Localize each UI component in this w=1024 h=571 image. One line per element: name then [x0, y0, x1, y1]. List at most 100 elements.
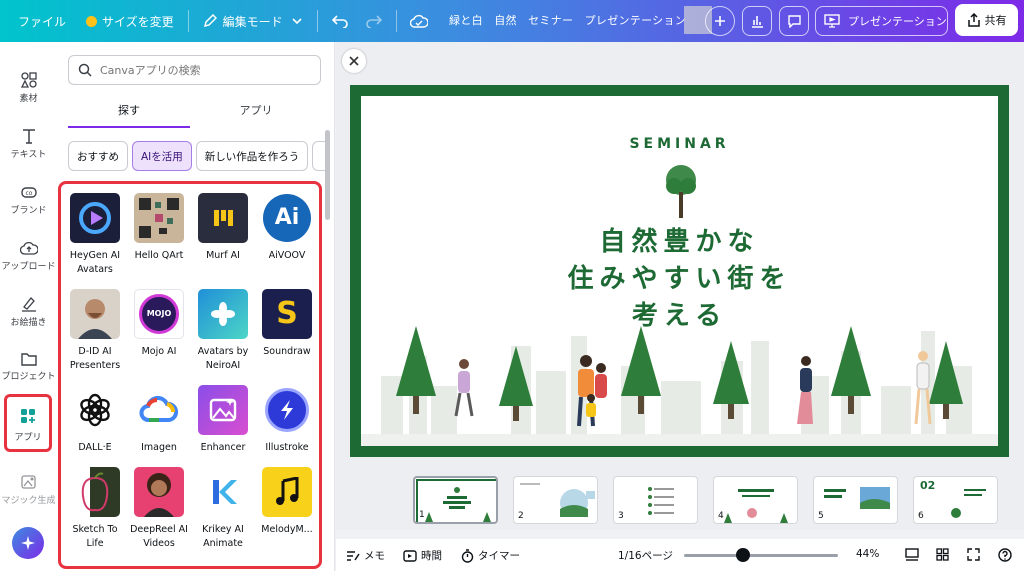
cloud-save-status[interactable] — [405, 7, 433, 35]
presentation-icon — [824, 14, 840, 28]
chip-recommended[interactable]: おすすめ — [68, 141, 128, 171]
panel-scrollbar[interactable] — [325, 130, 330, 220]
share-button[interactable]: 共有 — [955, 4, 1018, 36]
page-thumbnail[interactable]: 1 — [413, 476, 498, 524]
filter-chips: おすすめ AIを活用 新しい作品を作ろう — [68, 141, 327, 171]
qr-code-icon — [134, 193, 184, 243]
app-tile-mojo-ai[interactable]: MOJO Mojo AI — [129, 289, 189, 359]
help-button[interactable] — [998, 548, 1012, 562]
app-tile-d-id[interactable]: D-ID AI Presenters — [65, 289, 125, 373]
zoom-slider-track[interactable] — [684, 554, 838, 557]
app-name: Murf AI — [206, 250, 240, 261]
fullscreen-button[interactable] — [967, 548, 980, 561]
google-cloud-icon — [134, 385, 184, 435]
sparkle-icon — [21, 536, 35, 550]
app-name: Mojo AI — [141, 346, 177, 357]
insights-button[interactable] — [742, 6, 772, 36]
illustroke-icon — [262, 385, 312, 435]
rail-label: マジック生成 — [1, 496, 56, 506]
page-view-button[interactable] — [905, 548, 919, 561]
app-name: Hello QArt — [134, 250, 184, 261]
app-tile-illustroke[interactable]: Illustroke — [257, 385, 317, 455]
chip-ai-powered[interactable]: AIを活用 — [132, 141, 192, 171]
zoom-slider-knob[interactable] — [736, 548, 750, 562]
notes-button[interactable]: メモ — [346, 548, 385, 563]
present-button[interactable]: プレゼンテーション — [815, 6, 948, 36]
file-menu[interactable]: ファイル — [12, 6, 72, 36]
rail-item-elements[interactable]: 素材 — [0, 72, 57, 104]
app-tile-hello-qart[interactable]: Hello QArt — [129, 193, 189, 263]
help-icon — [998, 548, 1012, 562]
document-title[interactable]: 緑と白 自然 セミナー プレゼンテーション — [449, 12, 686, 28]
app-tile-sketch-to-life[interactable]: Sketch To Life — [65, 467, 125, 551]
app-tile-heygen[interactable]: HeyGen AI Avatars — [65, 193, 125, 277]
elements-icon — [20, 72, 37, 88]
grid-view-button[interactable] — [936, 548, 949, 561]
share-icon — [967, 13, 980, 27]
slide-canvas[interactable]: SEMINAR 自然豊かな 住みやすい街を 考える — [350, 85, 1009, 457]
rail-label: お絵描き — [10, 318, 47, 328]
app-tile-aivoov[interactable]: Ai AiVOOV — [257, 193, 317, 263]
thumbnail-preview — [520, 483, 595, 517]
page-thumbnail[interactable]: 5 — [813, 476, 898, 524]
mojo-icon: MOJO — [134, 289, 184, 339]
comments-button[interactable] — [779, 6, 809, 36]
resize-button[interactable]: サイズを変更 — [80, 6, 180, 36]
zoom-level[interactable]: 44% — [856, 548, 879, 560]
page-thumbnail[interactable]: 02 6 — [913, 476, 998, 524]
slide-eyebrow[interactable]: SEMINAR — [361, 136, 998, 152]
magic-assistant-button[interactable] — [12, 527, 44, 559]
slide-headline[interactable]: 自然豊かな 住みやすい街を 考える — [361, 224, 998, 335]
tab-your-apps[interactable]: アプリ — [197, 102, 315, 128]
rail-item-draw[interactable]: お絵描き — [0, 296, 57, 328]
cloud-upload-icon — [19, 241, 38, 255]
app-search-box[interactable] — [68, 55, 321, 85]
close-panel-button[interactable] — [342, 49, 366, 73]
rail-item-brand[interactable]: co ブランド — [0, 184, 57, 216]
app-tile-dalle[interactable]: DALL·E — [65, 385, 125, 455]
app-tile-neiroai[interactable]: Avatars by NeiroAI — [193, 289, 253, 373]
edit-mode-dropdown[interactable]: 編集モード — [197, 6, 309, 36]
rail-label: プロジェクト — [1, 372, 56, 382]
rail-item-magic-media[interactable]: マジック生成 — [0, 474, 57, 506]
timer-label: タイマー — [478, 550, 520, 562]
page-thumbnail[interactable]: 4 — [713, 476, 798, 524]
add-collaborator-button[interactable] — [705, 6, 735, 36]
aivoov-icon: Ai — [262, 193, 312, 243]
chip-create-new[interactable]: 新しい作品を作ろう — [195, 141, 309, 171]
undo-button[interactable] — [326, 7, 354, 35]
tab-discover[interactable]: 探す — [68, 102, 190, 128]
app-tile-imagen[interactable]: Imagen — [129, 385, 189, 455]
app-tile-enhancer[interactable]: Enhancer — [193, 385, 253, 455]
app-tile-melodym[interactable]: MelodyM... — [257, 467, 317, 537]
soundraw-icon: S — [262, 289, 312, 339]
thumbnail-preview: 02 — [920, 479, 986, 518]
slide-content: SEMINAR 自然豊かな 住みやすい街を 考える — [361, 96, 998, 446]
app-tile-deepreel[interactable]: DeepReel AI Videos — [129, 467, 189, 551]
thumbnail-preview — [724, 489, 788, 523]
rail-item-apps[interactable]: アプリ — [4, 394, 52, 452]
page-number: 5 — [818, 511, 824, 521]
bar-chart-icon — [752, 16, 763, 28]
page-thumbnail[interactable]: 3 — [613, 476, 698, 524]
app-name: Soundraw — [263, 346, 311, 357]
svg-text:co: co — [25, 190, 32, 197]
app-tile-krikey[interactable]: Krikey AI Animate — [193, 467, 253, 551]
redo-button[interactable] — [360, 7, 388, 35]
app-name: Avatars by NeiroAI — [197, 346, 249, 371]
app-tile-murf-ai[interactable]: Murf AI — [193, 193, 253, 263]
page-thumbnail[interactable]: 2 — [513, 476, 598, 524]
rail-item-projects[interactable]: プロジェクト — [0, 352, 57, 382]
chevron-down-icon — [292, 18, 302, 25]
rail-item-upload[interactable]: アップロード — [0, 240, 57, 272]
app-tile-soundraw[interactable]: S Soundraw — [257, 289, 317, 359]
page-indicator[interactable]: 1/16ページ — [618, 548, 673, 563]
music-note-icon — [262, 467, 312, 517]
text-icon — [22, 129, 35, 144]
timer-button[interactable]: タイマー — [461, 548, 520, 563]
canvas-stage: SEMINAR 自然豊かな 住みやすい街を 考える — [336, 42, 1024, 470]
rail-label: アプリ — [14, 433, 42, 443]
timing-button[interactable]: 時間 — [403, 548, 442, 563]
app-search-input[interactable] — [100, 63, 300, 77]
rail-item-text[interactable]: テキスト — [0, 128, 57, 160]
